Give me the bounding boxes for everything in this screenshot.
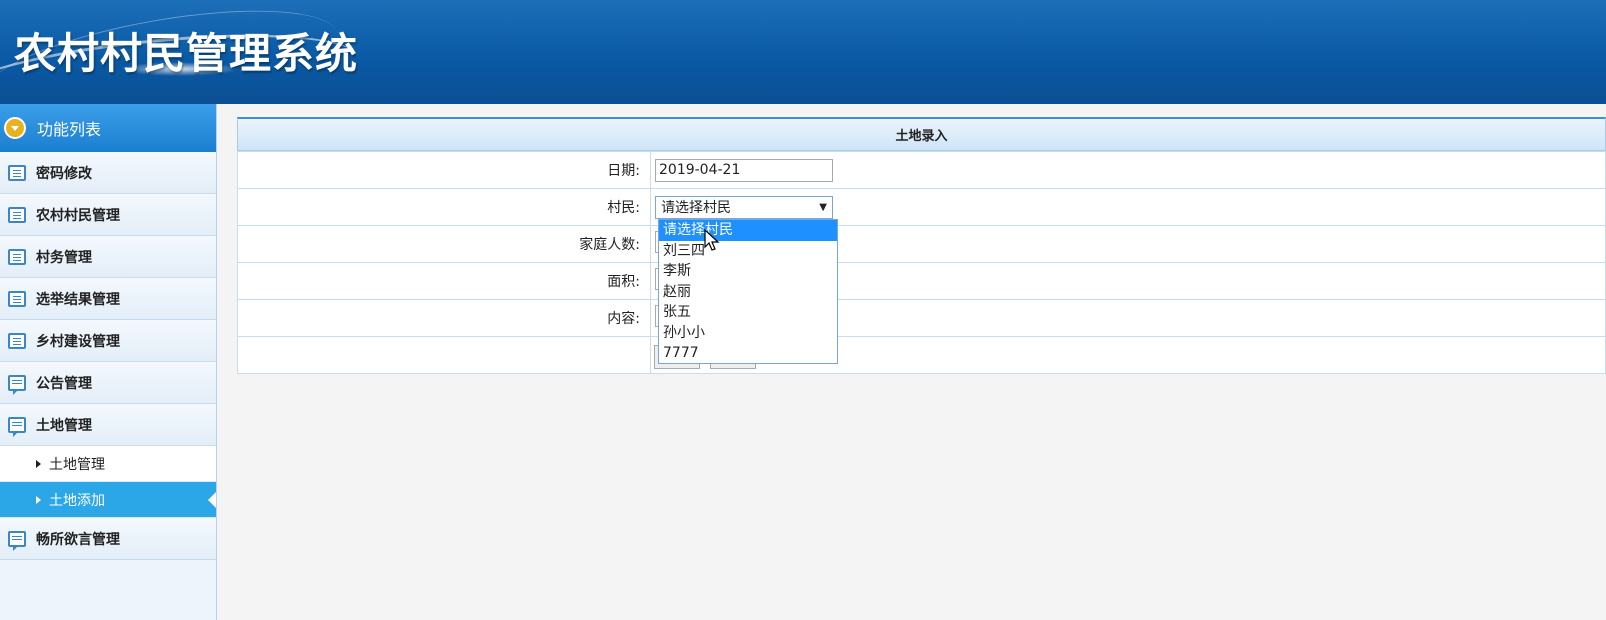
sidebar-item-label: 密码修改	[36, 165, 92, 182]
sidebar-item-label: 村务管理	[36, 249, 92, 266]
dropdown-option[interactable]: 李斯	[659, 261, 837, 282]
villager-select[interactable]: 请选择村民 ▼	[655, 195, 833, 219]
dropdown-option[interactable]: 7777	[659, 343, 837, 364]
sidebar-item-elections[interactable]: 选举结果管理	[0, 278, 216, 320]
sidebar-item-construction[interactable]: 乡村建设管理	[0, 320, 216, 362]
sidebar-item-land[interactable]: 土地管理	[0, 404, 216, 446]
chat-icon	[8, 416, 26, 437]
list-icon	[8, 248, 26, 265]
dropdown-option[interactable]: 赵丽	[659, 282, 837, 303]
list-icon	[8, 206, 26, 223]
sidebar-item-villagers[interactable]: 农村村民管理	[0, 194, 216, 236]
list-icon	[8, 332, 26, 349]
form-row-villager: 村民: 请选择村民 ▼	[237, 188, 1606, 226]
dropdown-option[interactable]: 张五	[659, 302, 837, 323]
sidebar-heading-label: 功能列表	[37, 120, 102, 139]
sidebar-item-label: 公告管理	[36, 375, 92, 392]
sidebar-item-forum[interactable]: 畅所欲言管理	[0, 518, 216, 560]
villager-dropdown-list: 请选择村民 刘三四 李斯 赵丽 张五 孙小小 7777	[658, 219, 838, 364]
sidebar-heading[interactable]: 功能列表	[0, 104, 216, 152]
form-row-actions	[237, 336, 1606, 374]
date-label: 日期:	[237, 151, 651, 189]
sidebar-item-label: 畅所欲言管理	[36, 531, 120, 548]
sidebar-item-password[interactable]: 密码修改	[0, 152, 216, 194]
dropdown-option[interactable]: 刘三四	[659, 241, 837, 262]
caret-right-icon	[36, 459, 41, 468]
sidebar-subitem-land-add[interactable]: 土地添加	[0, 482, 216, 518]
sidebar-item-label: 乡村建设管理	[36, 333, 120, 350]
area-label: 面积:	[237, 262, 651, 300]
sidebar-item-label: 农村村民管理	[36, 207, 120, 224]
mouse-cursor-icon	[704, 229, 720, 251]
sidebar-item-village-affairs[interactable]: 村务管理	[0, 236, 216, 278]
caret-right-icon	[36, 495, 41, 504]
list-icon	[8, 290, 26, 307]
sidebar-subitem-land-list[interactable]: 土地管理	[0, 446, 216, 482]
sidebar-item-label: 土地管理	[36, 417, 92, 434]
form-title: 土地录入	[237, 117, 1606, 151]
household-label: 家庭人数:	[237, 225, 651, 263]
sidebar-subitem-label: 土地添加	[49, 492, 105, 509]
villager-label: 村民:	[237, 188, 651, 226]
sidebar-item-announcements[interactable]: 公告管理	[0, 362, 216, 404]
sidebar-item-label: 选举结果管理	[36, 291, 120, 308]
sidebar-subitem-label: 土地管理	[49, 456, 105, 473]
collapse-arrow-icon	[4, 117, 26, 139]
land-entry-form: 土地录入 日期: 村民: 请选择村民 ▼ 家庭人数: 面积: 内容	[237, 117, 1606, 374]
form-row-area: 面积:	[237, 262, 1606, 300]
form-row-date: 日期:	[237, 151, 1606, 189]
app-header: 农村村民管理系统	[0, 0, 1606, 104]
dropdown-arrow-icon: ▼	[819, 201, 827, 213]
villager-select-value: 请选择村民	[661, 200, 731, 216]
list-icon	[8, 164, 26, 181]
dropdown-option[interactable]: 孙小小	[659, 323, 837, 344]
dropdown-option[interactable]: 请选择村民	[659, 220, 837, 241]
form-row-household: 家庭人数:	[237, 225, 1606, 263]
chat-icon	[8, 374, 26, 395]
chat-icon	[8, 530, 26, 551]
app-title: 农村村民管理系统	[14, 29, 359, 78]
content-label: 内容:	[237, 299, 651, 337]
sidebar: 功能列表 密码修改 农村村民管理 村务管理 选举结果管理 乡村建设管理 公告管理…	[0, 104, 217, 620]
form-table: 日期: 村民: 请选择村民 ▼ 家庭人数: 面积: 内容:	[237, 151, 1606, 374]
form-row-content: 内容:	[237, 299, 1606, 337]
date-input[interactable]	[655, 158, 833, 182]
